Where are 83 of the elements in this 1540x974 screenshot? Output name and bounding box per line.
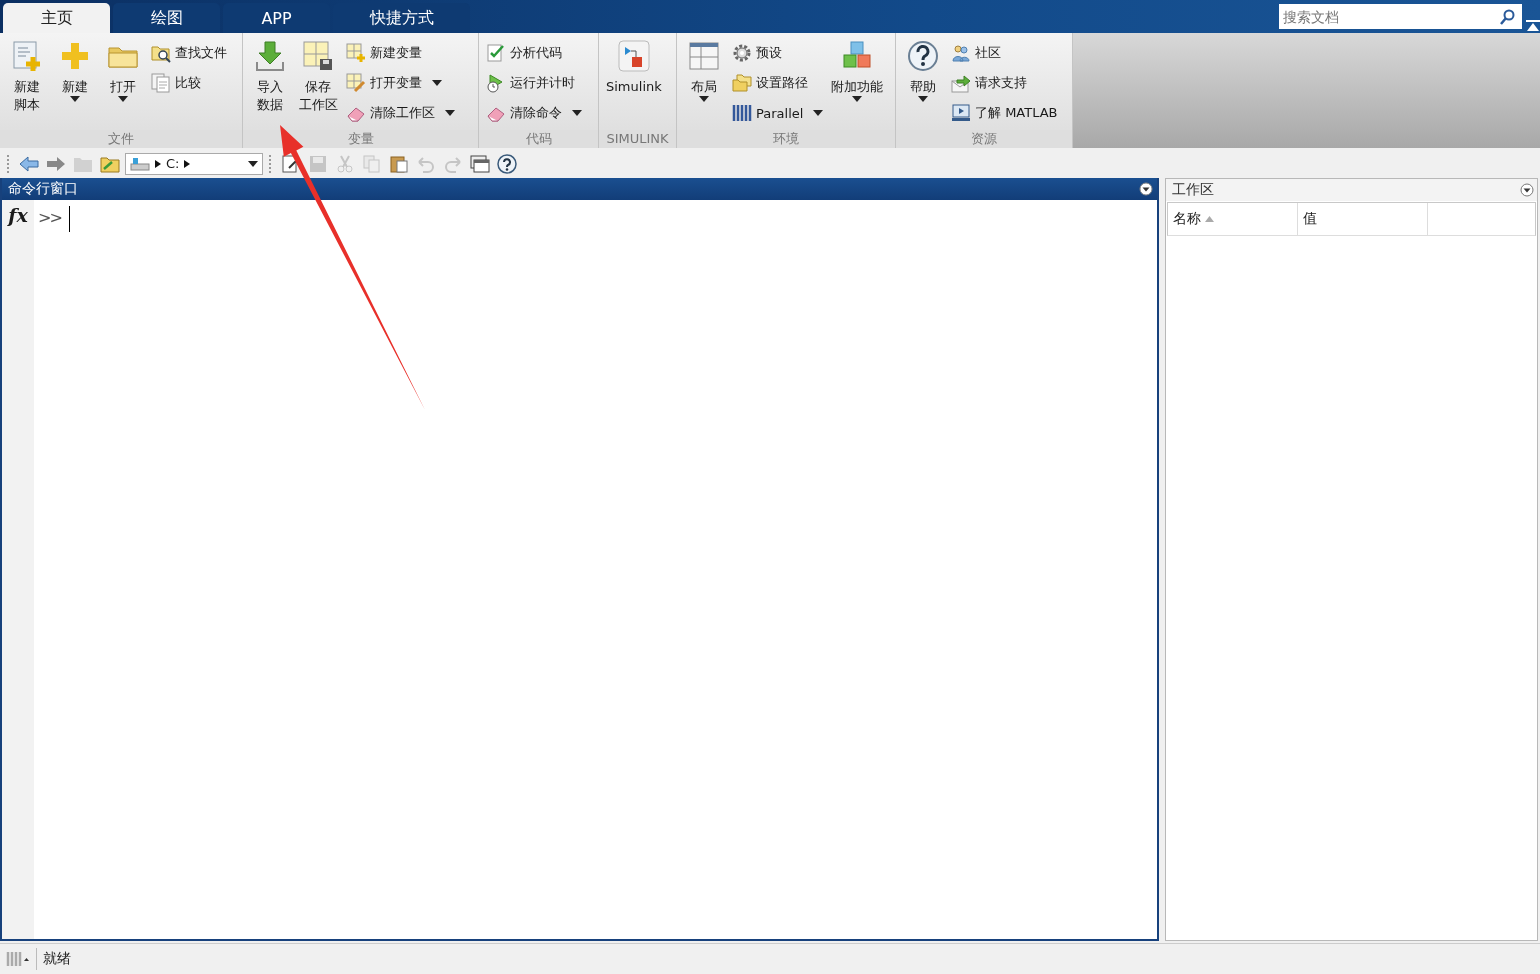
plus-icon (59, 40, 91, 72)
search-icon (1500, 9, 1516, 25)
caret-icon (432, 80, 442, 86)
ribbon-button[interactable]: Simulink (603, 36, 665, 130)
chevron-icon (155, 159, 161, 168)
envelope-arrow-icon (951, 73, 971, 93)
caret-icon (572, 110, 582, 116)
panel-menu-icon (1520, 183, 1534, 197)
chevron-icon (184, 159, 191, 168)
caret-icon (248, 160, 258, 167)
ribbon-button[interactable]: 社区 (948, 38, 1061, 68)
download-arrow-icon (254, 40, 286, 72)
caret-icon (70, 96, 80, 102)
people-icon (951, 43, 971, 63)
function-browser-icon[interactable]: fx (8, 204, 28, 228)
status-grip-icon (6, 950, 30, 968)
ribbon-button[interactable]: 设置路径 (729, 68, 827, 98)
path-field[interactable]: C: (125, 152, 263, 175)
grid-pencil-icon (346, 73, 366, 93)
caret-icon (445, 110, 455, 116)
checklist-icon (486, 43, 506, 63)
ribbon-button[interactable]: 新建 脚本 (4, 36, 50, 130)
status-text: 就绪 (43, 950, 71, 968)
script-icon (11, 40, 43, 72)
windows-icon (470, 154, 490, 173)
scissors-icon (335, 154, 355, 173)
save-icon (308, 154, 328, 173)
grid-plus-icon (346, 43, 366, 63)
back-arrow-icon (19, 154, 39, 173)
folders-icon (732, 73, 752, 93)
help-icon (497, 153, 517, 174)
ribbon-button[interactable]: 预设 (729, 38, 827, 68)
panel-title: 命令行窗口 (8, 180, 78, 198)
ribbon-button[interactable]: 比较 (148, 68, 230, 98)
text-cursor (68, 206, 70, 232)
ribbon-button[interactable]: 运行并计时 (483, 68, 585, 98)
caret-icon (852, 96, 863, 102)
ribbon-button[interactable]: 布局 (681, 36, 727, 130)
block-diagram-icon (617, 40, 650, 72)
ribbon-button[interactable]: 查找文件 (148, 38, 230, 68)
ribbon-button[interactable]: 分析代码 (483, 38, 585, 68)
drive-icon (130, 155, 150, 172)
ribbon-button[interactable]: 了解 MATLAB (948, 98, 1061, 128)
panel-title: 工作区 (1172, 181, 1214, 199)
ribbon-button[interactable]: Parallel (729, 98, 827, 128)
ribbon-button[interactable]: 打开 (100, 36, 146, 130)
caret-icon (699, 96, 709, 102)
ribbon-tab[interactable]: 绘图 (113, 3, 220, 33)
documents-icon (151, 73, 171, 93)
help-icon (907, 40, 939, 72)
layout-grid-icon (688, 40, 720, 72)
caret-icon (813, 110, 824, 116)
grid-disk-icon (302, 40, 334, 72)
ribbon-tab[interactable]: 主页 (3, 3, 110, 33)
ribbon-button[interactable]: 附加功能 (828, 36, 887, 130)
ribbon-button[interactable]: 新建变量 (343, 38, 458, 68)
ribbon-button[interactable]: 新建 (52, 36, 98, 130)
copy-icon (362, 154, 382, 173)
redo-icon (443, 154, 463, 173)
folder-magnifier-icon (151, 43, 171, 63)
panel-menu-icon (1139, 182, 1153, 196)
toolbar-button[interactable] (468, 152, 492, 175)
sort-ascending-icon (1205, 216, 1214, 222)
ribbon-button[interactable]: 导入 数据 (247, 36, 293, 130)
search-field[interactable]: 搜索文档 (1279, 4, 1522, 29)
clipboard-icon (389, 154, 409, 173)
bars-icon (732, 103, 752, 123)
collapse-ribbon-icon (1526, 19, 1540, 33)
command-prompt: >> (38, 208, 61, 227)
caret-icon (918, 96, 928, 102)
caret-icon (118, 96, 128, 102)
ribbon-button[interactable]: 清除工作区 (343, 98, 458, 128)
undo-icon (416, 154, 436, 173)
ribbon-button[interactable]: 帮助 (900, 36, 946, 130)
folder-browse-icon (100, 154, 120, 173)
ribbon-button[interactable]: 保存 工作区 (295, 36, 341, 130)
monitor-icon (951, 103, 971, 123)
ribbon-button[interactable]: 打开变量 (343, 68, 458, 98)
ribbon-button[interactable]: 请求支持 (948, 68, 1061, 98)
gear-icon (732, 43, 752, 63)
forward-arrow-icon (46, 154, 66, 173)
ribbon-button[interactable]: 清除命令 (483, 98, 585, 128)
toolbar-button[interactable] (495, 151, 519, 176)
